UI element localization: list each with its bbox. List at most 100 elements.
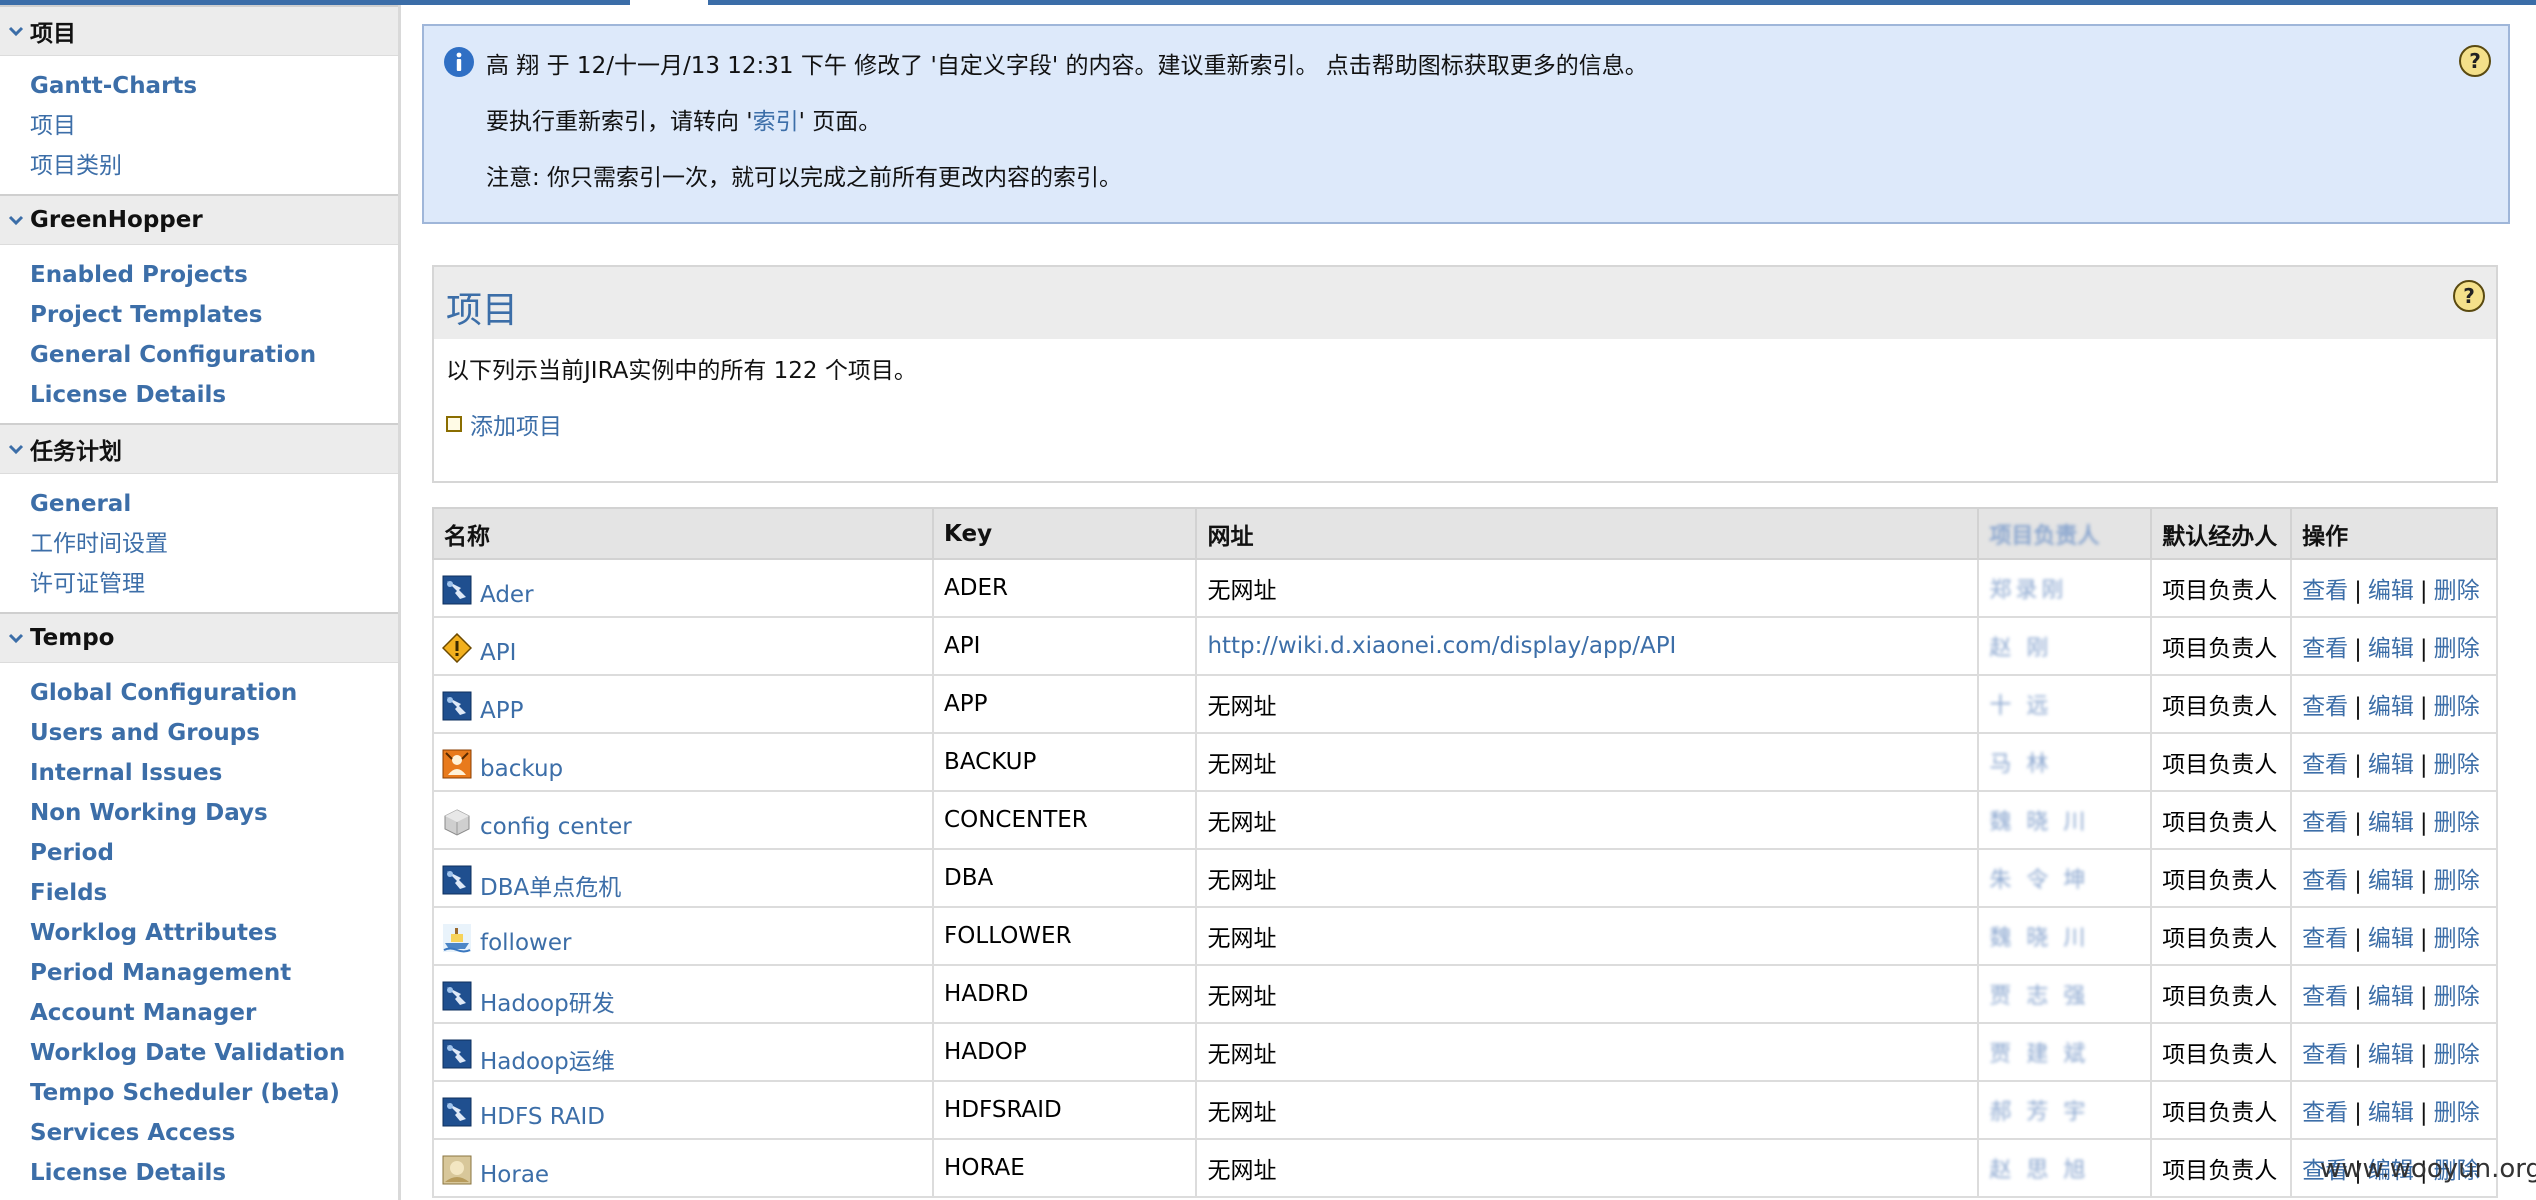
reindex-link[interactable]: 索引 bbox=[753, 109, 799, 135]
view-link[interactable]: 查看 bbox=[2302, 1042, 2348, 1068]
project-name-link[interactable]: backup bbox=[480, 756, 563, 782]
projects-table: 名称 Key 网址 项目负责人 默认经办人 操作 Ader ADER 无网址 郑录刚项… bbox=[431, 507, 2498, 1198]
sidebar-item[interactable]: Users and Groups bbox=[30, 713, 398, 753]
project-name-cell: backup bbox=[431, 732, 935, 792]
project-name-link[interactable]: Hadoop研发 bbox=[480, 984, 615, 1018]
view-link[interactable]: 查看 bbox=[2302, 868, 2348, 894]
spike-icon bbox=[442, 981, 472, 1011]
sidebar-item[interactable]: Worklog Attributes bbox=[30, 913, 398, 953]
table-header-row: 名称 Key 网址 项目负责人 默认经办人 操作 bbox=[431, 507, 2498, 560]
project-name-link[interactable]: Ader bbox=[480, 582, 534, 608]
delete-link[interactable]: 删除 bbox=[2434, 578, 2480, 604]
active-top-tab[interactable] bbox=[630, 0, 708, 5]
edit-link[interactable]: 编辑 bbox=[2368, 868, 2414, 894]
view-link[interactable]: 查看 bbox=[2302, 694, 2348, 720]
sidebar-item[interactable]: Fields bbox=[30, 873, 398, 913]
delete-link[interactable]: 删除 bbox=[2434, 1042, 2480, 1068]
delete-link[interactable]: 删除 bbox=[2434, 636, 2480, 662]
sidebar-section-header[interactable]: 项目 bbox=[0, 5, 398, 56]
sidebar-item[interactable]: 项目 bbox=[30, 106, 398, 146]
sidebar-item[interactable]: Tempo Scheduler (beta) bbox=[30, 1073, 398, 1113]
help-icon[interactable]: ? bbox=[2458, 44, 2492, 78]
sidebar-section-header[interactable]: 任务计划 bbox=[0, 423, 398, 474]
col-header-name[interactable]: 名称 bbox=[431, 507, 935, 560]
separator: | bbox=[2419, 1042, 2428, 1068]
view-link[interactable]: 查看 bbox=[2302, 810, 2348, 836]
add-project-link[interactable]: 添加项目 bbox=[470, 407, 562, 441]
sidebar-item[interactable]: License Details bbox=[30, 1153, 398, 1193]
project-url-cell: 无网址 bbox=[1195, 964, 1980, 1024]
delete-link[interactable]: 删除 bbox=[2434, 868, 2480, 894]
sidebar-section-header[interactable]: Tempo bbox=[0, 612, 398, 663]
delete-link[interactable]: 删除 bbox=[2434, 1100, 2480, 1126]
projects-panel: 项目 ? 以下列示当前JIRA实例中的所有 122 个项目。 添加项目 bbox=[432, 265, 2498, 483]
project-name-link[interactable]: follower bbox=[480, 930, 571, 956]
project-name: DBA单点危机 bbox=[442, 861, 922, 901]
sidebar-item[interactable]: General Configuration bbox=[30, 335, 398, 375]
row-actions: 查看 | 编辑 | 删除 bbox=[2290, 558, 2498, 618]
col-header-url[interactable]: 网址 bbox=[1195, 507, 1980, 560]
sidebar-item[interactable]: Project Templates bbox=[30, 295, 398, 335]
default-assignee: 项目负责人 bbox=[2150, 906, 2293, 966]
edit-link[interactable]: 编辑 bbox=[2368, 694, 2414, 720]
edit-link[interactable]: 编辑 bbox=[2368, 810, 2414, 836]
project-name-cell: API bbox=[431, 616, 935, 676]
separator: | bbox=[2354, 984, 2362, 1010]
sidebar-item[interactable]: Global Configuration bbox=[30, 673, 398, 713]
chevron-down-icon bbox=[8, 212, 24, 228]
project-name-link[interactable]: DBA单点危机 bbox=[480, 868, 621, 902]
project-name-link[interactable]: API bbox=[480, 640, 516, 666]
col-header-ops: 操作 bbox=[2290, 507, 2498, 560]
sidebar-item[interactable]: Enabled Projects bbox=[30, 255, 398, 295]
project-url-link[interactable]: http://wiki.d.xiaonei.com/display/app/AP… bbox=[1207, 633, 1676, 659]
project-url-cell: http://wiki.d.xiaonei.com/display/app/AP… bbox=[1195, 616, 1980, 676]
edit-link[interactable]: 编辑 bbox=[2368, 636, 2414, 662]
project-url: 无网址 bbox=[1207, 694, 1277, 720]
sidebar-section-header[interactable]: GreenHopper bbox=[0, 194, 398, 245]
project-name-link[interactable]: Hadoop运维 bbox=[480, 1042, 615, 1076]
sidebar-item[interactable]: Gantt-Charts bbox=[30, 66, 398, 106]
project-name-link[interactable]: APP bbox=[480, 698, 523, 724]
sidebar-item[interactable]: 许可证管理 bbox=[30, 564, 398, 604]
edit-link[interactable]: 编辑 bbox=[2368, 1100, 2414, 1126]
delete-link[interactable]: 删除 bbox=[2434, 984, 2480, 1010]
sidebar-item[interactable]: License Details bbox=[30, 375, 398, 415]
col-header-key[interactable]: Key bbox=[932, 507, 1198, 560]
sidebar-item[interactable]: Non Working Days bbox=[30, 793, 398, 833]
project-name-link[interactable]: HDFS RAID bbox=[480, 1104, 605, 1130]
edit-link[interactable]: 编辑 bbox=[2368, 926, 2414, 952]
add-project-button[interactable]: 添加项目 bbox=[446, 407, 562, 441]
view-link[interactable]: 查看 bbox=[2302, 636, 2348, 662]
banner-message: 高 翔 于 12/十一月/13 12:31 下午 修改了 '自定义字段' 的内容… bbox=[486, 53, 1648, 79]
delete-link[interactable]: 删除 bbox=[2434, 810, 2480, 836]
edit-link[interactable]: 编辑 bbox=[2368, 984, 2414, 1010]
sidebar-item[interactable]: Account Manager bbox=[30, 993, 398, 1033]
project-url-cell: 无网址 bbox=[1195, 1138, 1980, 1198]
sidebar-item[interactable]: 工作时间设置 bbox=[30, 524, 398, 564]
sidebar-item[interactable]: Internal Issues bbox=[30, 753, 398, 793]
delete-link[interactable]: 删除 bbox=[2434, 926, 2480, 952]
sidebar-item[interactable]: 项目类别 bbox=[30, 146, 398, 186]
default-assignee: 项目负责人 bbox=[2150, 1022, 2293, 1082]
sidebar-item[interactable]: Period bbox=[30, 833, 398, 873]
sidebar-item[interactable]: Services Access bbox=[30, 1113, 398, 1153]
view-link[interactable]: 查看 bbox=[2302, 578, 2348, 604]
edit-link[interactable]: 编辑 bbox=[2368, 752, 2414, 778]
project-name-link[interactable]: config center bbox=[480, 814, 632, 840]
default-assignee: 项目负责人 bbox=[2150, 674, 2293, 734]
table-row: follower FOLLOWER 无网址魏 晓 川项目负责人 查看 | 编辑 | 删除 bbox=[431, 906, 2498, 966]
delete-link[interactable]: 删除 bbox=[2434, 694, 2480, 720]
view-link[interactable]: 查看 bbox=[2302, 984, 2348, 1010]
view-link[interactable]: 查看 bbox=[2302, 752, 2348, 778]
sidebar-item[interactable]: General bbox=[30, 484, 398, 524]
delete-link[interactable]: 删除 bbox=[2434, 752, 2480, 778]
help-icon[interactable]: ? bbox=[2452, 279, 2486, 313]
view-link[interactable]: 查看 bbox=[2302, 926, 2348, 952]
view-link[interactable]: 查看 bbox=[2302, 1100, 2348, 1126]
project-name-link[interactable]: Horae bbox=[480, 1162, 549, 1188]
edit-link[interactable]: 编辑 bbox=[2368, 1042, 2414, 1068]
sidebar-item[interactable]: Period Management bbox=[30, 953, 398, 993]
sidebar-item[interactable]: Worklog Date Validation bbox=[30, 1033, 398, 1073]
separator: | bbox=[2354, 926, 2362, 952]
edit-link[interactable]: 编辑 bbox=[2368, 578, 2414, 604]
